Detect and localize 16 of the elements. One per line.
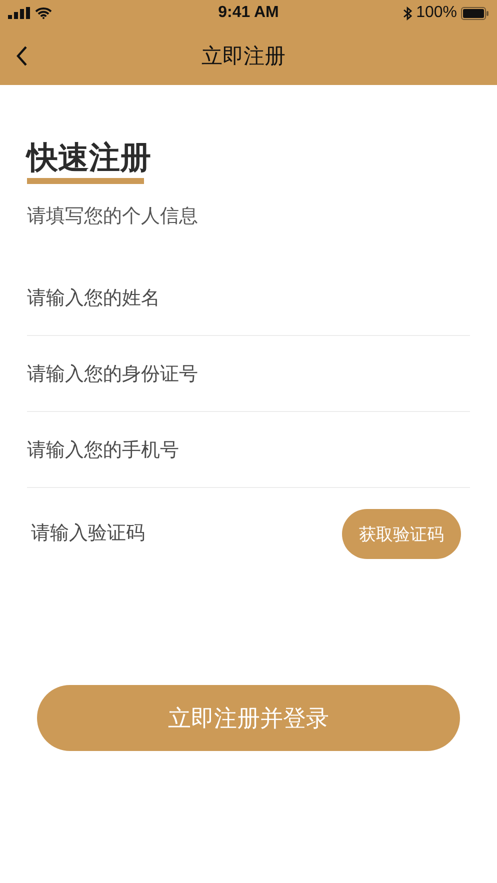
code-input-field[interactable]: 请输入验证码 [27,523,342,545]
get-code-button[interactable]: 获取验证码 [342,509,461,559]
page-title: 立即注册 [202,44,286,70]
battery-percent: 100% [416,4,458,22]
status-time: 9:41 AM [218,4,279,22]
input-field[interactable]: 请输入您的身份证号 [27,364,470,386]
form-heading: 快速注册 [27,139,151,177]
signal-icon [8,7,30,19]
form-subtitle: 请填写您的个人信息 [27,205,199,229]
battery-icon [461,6,490,20]
input-field[interactable]: 请输入您的姓名 [27,288,470,310]
bluetooth-icon [403,6,412,20]
wifi-icon [35,7,52,19]
input-field[interactable]: 请输入您的手机号 [27,440,470,462]
back-icon [16,44,28,66]
register-login-button[interactable]: 立即注册并登录 [37,685,460,751]
